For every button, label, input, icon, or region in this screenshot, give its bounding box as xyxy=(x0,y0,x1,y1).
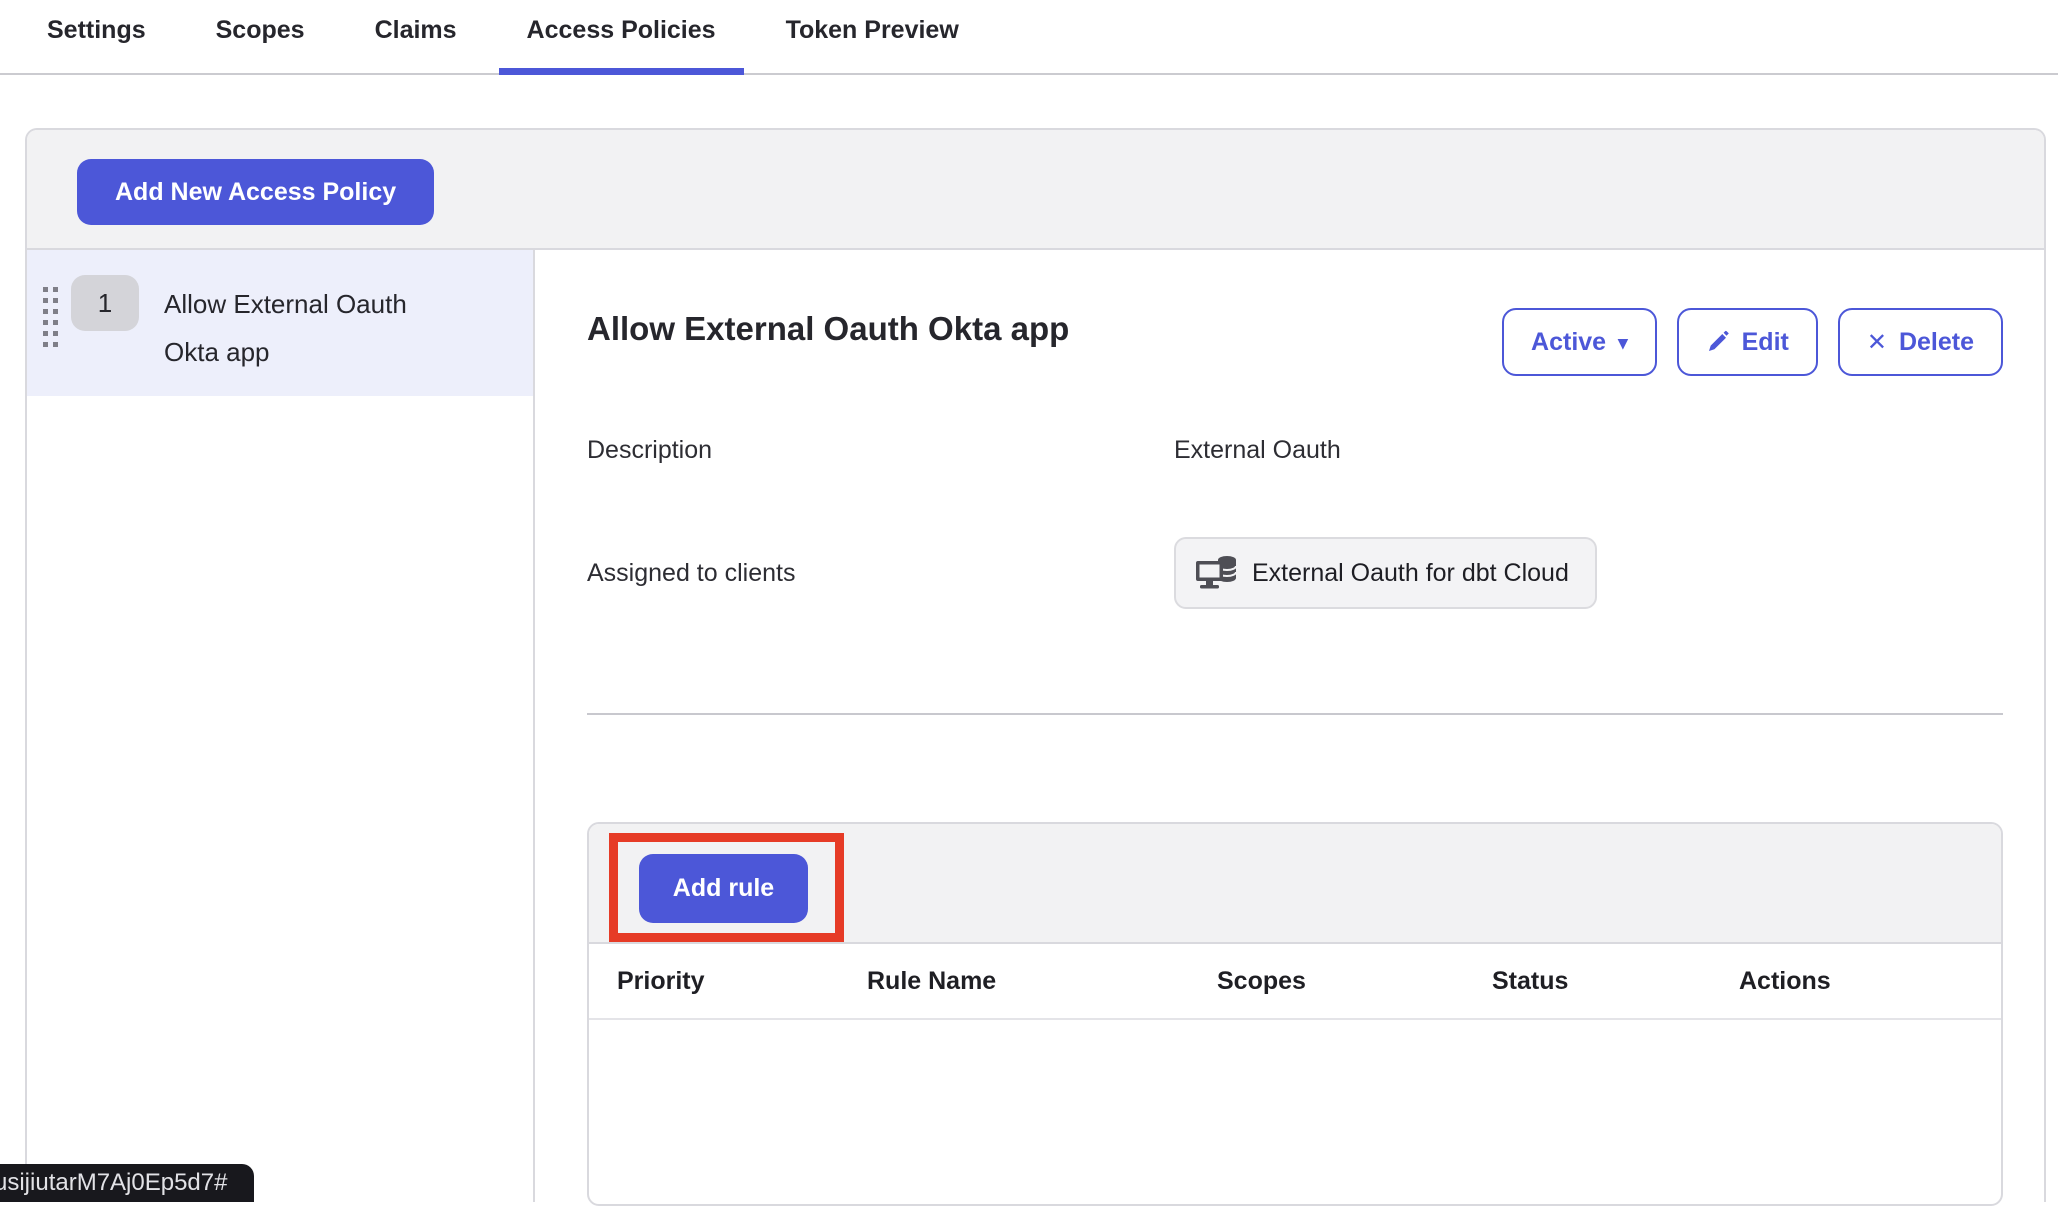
add-rule-button[interactable]: Add rule xyxy=(639,854,808,923)
column-header-status: Status xyxy=(1492,967,1739,996)
status-dropdown-button[interactable]: Active ▾ xyxy=(1502,308,1657,376)
policy-priority-badge: 1 xyxy=(71,275,139,331)
tab-label: Claims xyxy=(375,16,457,44)
computer-icon xyxy=(1196,555,1238,591)
policy-detail-header: Allow External Oauth Okta app Active ▾ E… xyxy=(587,308,2003,376)
assigned-to-clients-label: Assigned to clients xyxy=(587,537,1174,588)
description-value: External Oauth xyxy=(1174,436,2003,465)
add-new-access-policy-button[interactable]: Add New Access Policy xyxy=(77,159,434,225)
policy-detail-pane: Allow External Oauth Okta app Active ▾ E… xyxy=(535,250,2044,1202)
column-header-rule-name: Rule Name xyxy=(867,967,1217,996)
policy-action-buttons: Active ▾ Edit ✕ Delete xyxy=(1502,308,2003,376)
annotation-highlight-box: Add rule xyxy=(609,833,844,942)
drag-handle-icon[interactable] xyxy=(43,287,59,356)
policy-list-item[interactable]: 1 Allow External Oauth Okta app xyxy=(27,250,533,396)
tab-scopes[interactable]: Scopes xyxy=(188,16,333,73)
delete-button[interactable]: ✕ Delete xyxy=(1838,308,2003,376)
status-label: Active xyxy=(1531,328,1606,357)
tab-label: Access Policies xyxy=(527,16,716,44)
tab-label: Token Preview xyxy=(786,16,959,44)
tab-claims[interactable]: Claims xyxy=(347,16,485,73)
column-header-actions: Actions xyxy=(1739,967,2001,996)
rules-card: Add rule Priority Rule Name Scopes Statu… xyxy=(587,822,2003,1206)
column-header-scopes: Scopes xyxy=(1217,967,1492,996)
edit-button[interactable]: Edit xyxy=(1677,308,1818,376)
link-preview-bubble: usijiutarM7Aj0Ep5d7# xyxy=(0,1164,254,1202)
column-header-priority: Priority xyxy=(617,967,867,996)
page-title: Allow External Oauth Okta app xyxy=(587,308,1069,348)
tab-label: Settings xyxy=(47,16,146,44)
tab-label: Scopes xyxy=(216,16,305,44)
tab-access-policies[interactable]: Access Policies xyxy=(499,16,744,73)
rules-table-header: Priority Rule Name Scopes Status Actions xyxy=(589,944,2001,1020)
pencil-icon xyxy=(1706,330,1730,354)
policy-body: 1 Allow External Oauth Okta app Allow Ex… xyxy=(27,250,2044,1202)
access-policies-panel: Add New Access Policy xyxy=(25,128,2046,1202)
section-divider xyxy=(587,713,2003,715)
tab-settings[interactable]: Settings xyxy=(19,16,174,73)
tab-token-preview[interactable]: Token Preview xyxy=(758,16,987,73)
policy-name-label: Allow External Oauth Okta app xyxy=(164,280,454,376)
client-chip[interactable]: External Oauth for dbt Cloud xyxy=(1174,537,1597,609)
policy-toolbar: Add New Access Policy xyxy=(27,130,2044,250)
close-icon: ✕ xyxy=(1867,327,1887,357)
description-label: Description xyxy=(587,436,1174,465)
tab-bar: Settings Scopes Claims Access Policies T… xyxy=(0,0,2058,75)
link-preview-text: usijiutarM7Aj0Ep5d7# xyxy=(0,1169,227,1197)
policy-list-sidebar: 1 Allow External Oauth Okta app xyxy=(27,250,535,1202)
client-chip-label: External Oauth for dbt Cloud xyxy=(1252,559,1569,588)
chevron-down-icon: ▾ xyxy=(1618,329,1628,355)
policy-detail-grid: Description External Oauth Assigned to c… xyxy=(587,436,2003,609)
delete-label: Delete xyxy=(1899,328,1974,357)
edit-label: Edit xyxy=(1742,328,1789,357)
